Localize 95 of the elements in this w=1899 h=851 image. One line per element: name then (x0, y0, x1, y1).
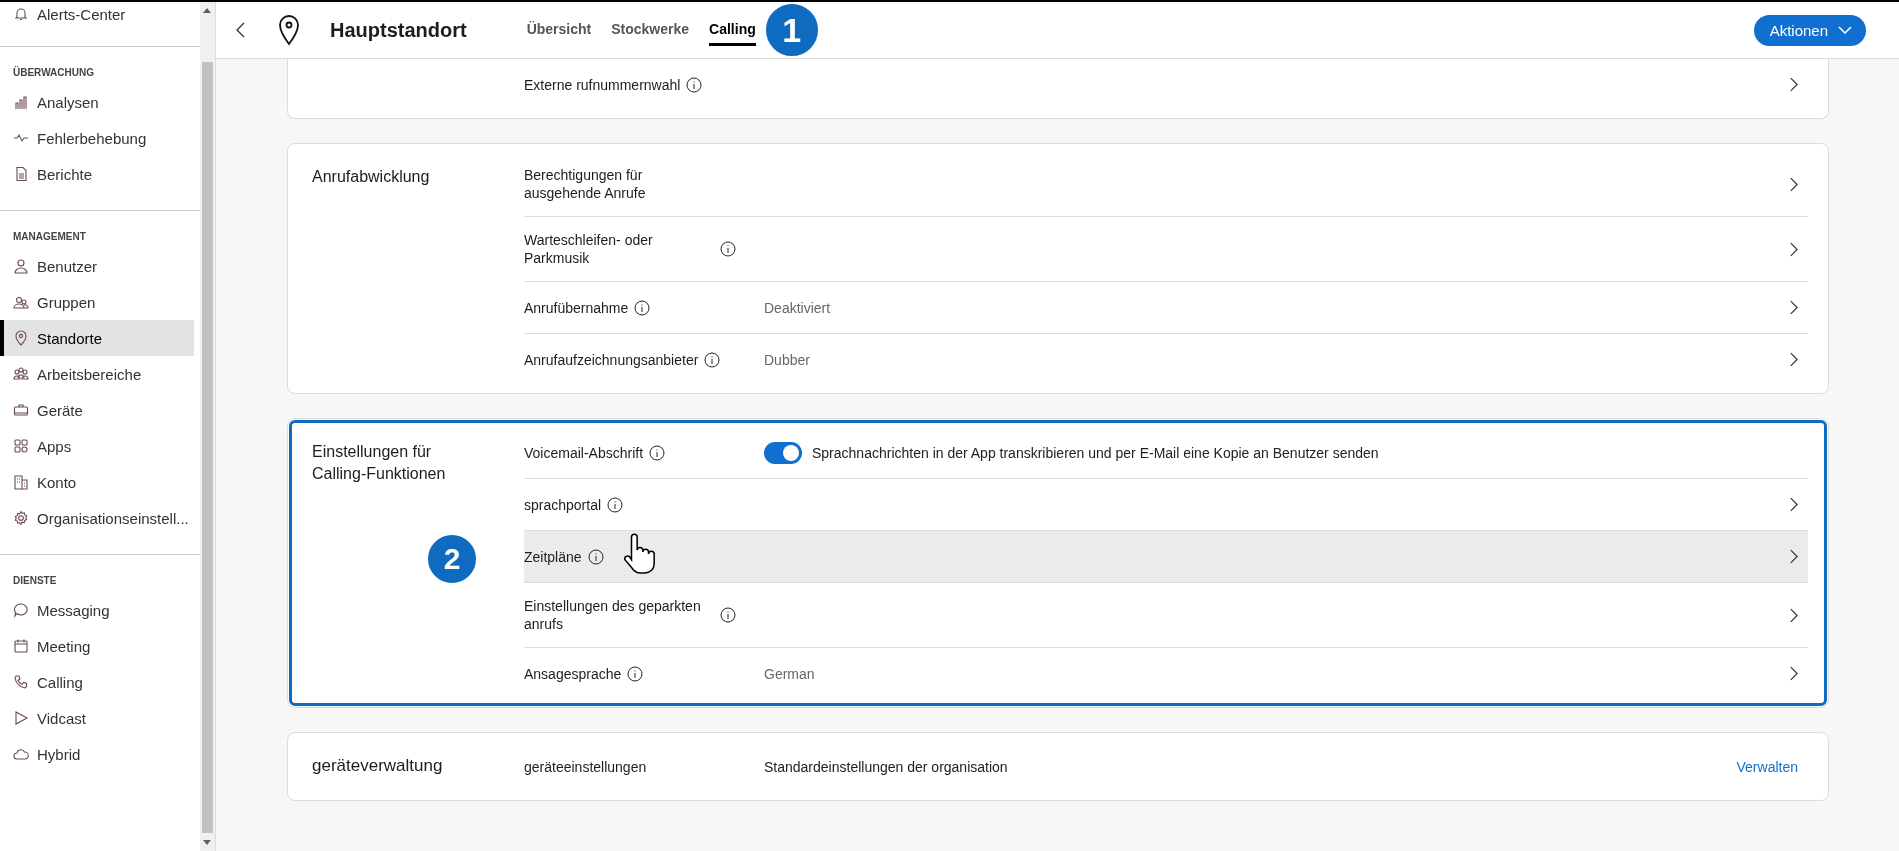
setting-label: Voicemail-Abschrift (524, 443, 644, 462)
sidebar-item[interactable]: Gruppen (0, 284, 200, 320)
bar-chart-icon (13, 94, 29, 110)
info-icon[interactable] (720, 607, 736, 623)
step-marker: 1 (763, 2, 820, 58)
setting-description: Sprachnachrichten in der App transkribieren und per E-Mail eine Kopie an Benutzer senden (812, 444, 1380, 461)
building-icon (13, 474, 29, 490)
phone-icon (13, 674, 29, 690)
chevron-right-icon[interactable] (1789, 241, 1798, 257)
step-marker: 2 (426, 533, 478, 585)
setting-label: Zeitpläne (524, 547, 582, 566)
manage-link[interactable]: Verwalten (1736, 758, 1798, 775)
setting-value: German (764, 665, 816, 682)
settings-row[interactable]: Voicemail-Abschrift Sprachnachrichten in der App transkribieren und per E-Mail eine Kopie an Benutzer senden (524, 427, 1808, 478)
card-title: Anrufabwicklung (312, 167, 431, 187)
sidebar-item[interactable]: Apps (0, 428, 200, 464)
settings-row[interactable]: Zeitpläne (524, 530, 1808, 582)
location-pin-icon (13, 330, 29, 346)
chevron-right-icon[interactable] (1789, 549, 1798, 564)
chevron-right-icon[interactable] (1789, 352, 1798, 367)
sidebar-item[interactable]: Meeting (0, 628, 200, 664)
settings-row[interactable]: Anrufaufzeichnungsanbieter Dubber (524, 333, 1808, 385)
users-icon (13, 294, 29, 310)
sidebar-item[interactable]: Standorte (0, 320, 194, 356)
info-icon[interactable] (627, 665, 644, 682)
settings-row[interactable]: Externe rufnummernwahl (524, 59, 1808, 110)
section-heading: ÜBERWACHUNG (12, 67, 95, 80)
info-icon[interactable] (587, 548, 604, 565)
settings-row[interactable]: Anrufübernahme Deaktiviert (524, 281, 1808, 333)
sidebar-item[interactable]: Calling (0, 664, 200, 700)
chevron-right-icon[interactable] (1789, 666, 1798, 681)
tab[interactable]: Calling (709, 14, 756, 46)
info-icon[interactable] (634, 299, 651, 316)
setting-label: Ansagesprache (524, 664, 622, 683)
sidebar-item[interactable]: Analysen (0, 84, 200, 120)
group-icon (13, 366, 29, 382)
user-icon (13, 258, 29, 274)
sidebar-item[interactable]: Berichte (0, 156, 200, 192)
sidebar-item[interactable]: Hybrid (0, 736, 200, 772)
chevron-down-icon (1838, 26, 1852, 34)
settings-row[interactable]: Einstellungen des geparkten anrufs (524, 582, 1808, 647)
tab[interactable]: Übersicht (526, 14, 592, 46)
calendar-icon (13, 638, 29, 654)
setting-label: Anrufübernahme (524, 298, 629, 317)
bell-icon (13, 6, 29, 22)
device-icon (13, 402, 29, 418)
chevron-right-icon[interactable] (1789, 607, 1798, 623)
sidebar-item[interactable]: Messaging (0, 592, 200, 628)
chevron-right-icon[interactable] (1789, 176, 1798, 192)
sidebar-item[interactable]: Organisationseinstell... (0, 500, 200, 536)
play-icon (13, 710, 29, 726)
sidebar-item[interactable]: Konto (0, 464, 200, 500)
sidebar-item[interactable]: Vidcast (0, 700, 200, 736)
sidebar-item[interactable]: Geräte (0, 392, 200, 428)
chevron-right-icon[interactable] (1789, 300, 1798, 315)
info-icon[interactable] (649, 444, 666, 461)
actions-button[interactable]: Aktionen (1753, 14, 1866, 46)
info-icon[interactable] (704, 351, 721, 368)
info-icon[interactable] (720, 241, 736, 257)
sidebar-item[interactable]: Alerts-Center (0, 2, 200, 26)
location-pin-icon (278, 14, 300, 46)
setting-label: Berechtigungen für ausgehende Anrufe (524, 166, 647, 202)
settings-row[interactable]: geräteeinstellungen Standardeinstellungen der organisation Verwalten (524, 741, 1808, 792)
toggle-switch[interactable] (764, 441, 802, 464)
cloud-icon (13, 746, 29, 762)
setting-value: Deaktiviert (764, 299, 832, 316)
chevron-right-icon[interactable] (1789, 497, 1798, 512)
setting-value: Dubber (764, 351, 811, 368)
setting-label: Warteschleifen- oder Parkmusik (524, 231, 654, 267)
chevron-right-icon[interactable] (1789, 77, 1798, 92)
sidebar-item[interactable]: Arbeitsbereiche (0, 356, 200, 392)
setting-label: Einstellungen des geparkten anrufs (524, 597, 702, 633)
settings-row[interactable]: Warteschleifen- oder Parkmusik (524, 216, 1808, 281)
info-icon[interactable] (607, 496, 624, 513)
settings-icon (13, 510, 29, 526)
setting-label: geräteeinstellungen (524, 757, 647, 776)
settings-row[interactable]: Berechtigungen für ausgehende Anrufe (524, 152, 1808, 216)
apps-icon (13, 438, 29, 454)
tab[interactable]: Stockwerke (611, 14, 690, 46)
document-icon (13, 166, 29, 182)
info-icon[interactable] (686, 76, 703, 93)
card-title: Einstellungen für Calling-Funktionen (312, 442, 447, 484)
settings-row[interactable]: Ansagesprache German (524, 647, 1808, 699)
setting-label: Anrufaufzeichnungsanbieter (524, 350, 699, 369)
setting-value: Standardeinstellungen der organisation (764, 758, 1009, 775)
chat-bubble-icon (13, 602, 29, 618)
page-title: Hauptstandort (330, 18, 467, 42)
scrollbar[interactable] (200, 2, 216, 851)
setting-label: Externe rufnummernwahl (524, 75, 681, 94)
section-heading: MANAGEMENT (12, 231, 87, 244)
sidebar-item[interactable]: Benutzer (0, 248, 200, 284)
card-title: geräteverwaltung (312, 755, 444, 777)
setting-label: sprachportal (524, 495, 602, 514)
section-heading: DIENSTE (12, 575, 58, 588)
sidebar-item[interactable]: Fehlerbehebung (0, 120, 200, 156)
